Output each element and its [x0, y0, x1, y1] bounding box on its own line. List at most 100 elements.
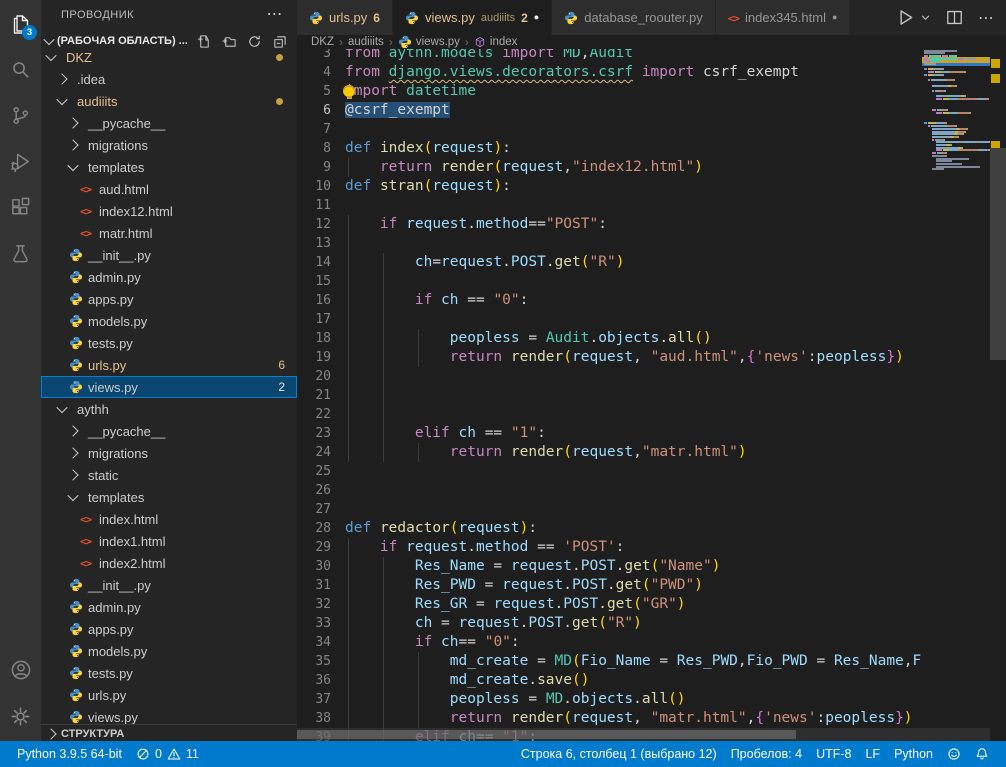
lightbulb-icon[interactable] — [343, 85, 355, 97]
code-line-19[interactable]: 19 return render(request, "aud.html",{'n… — [297, 348, 1006, 367]
code-line-26[interactable]: 26 — [297, 481, 1006, 500]
code-editor[interactable]: 3from aythh.models import MD,Audit4from … — [297, 49, 1006, 741]
editor-more-button[interactable]: ⋯ — [978, 8, 994, 28]
code-line-30[interactable]: 30 Res_Name = request.POST.get("Name") — [297, 557, 1006, 576]
code-content[interactable]: 3from aythh.models import MD,Audit4from … — [297, 49, 1006, 741]
new-folder-icon[interactable] — [222, 34, 237, 49]
activity-settings[interactable] — [0, 693, 41, 739]
horizontal-scrollbar[interactable] — [297, 728, 990, 741]
tree-item-aythh[interactable]: aythh — [41, 398, 297, 420]
dirty-indicator[interactable]: ● — [832, 13, 837, 22]
status-cursor-position[interactable]: Строка 6, столбец 1 (выбрано 12) — [514, 741, 724, 767]
outline-section-header[interactable]: СТРУКТУРА — [41, 724, 297, 741]
code-line-14[interactable]: 14 ch=request.POST.get("R") — [297, 253, 1006, 272]
tree-item-__init__.py[interactable]: __init__.py — [41, 244, 297, 266]
tree-item-index2.html[interactable]: <>index2.html — [41, 552, 297, 574]
activity-search[interactable] — [0, 46, 41, 92]
tree-item-admin.py[interactable]: admin.py — [41, 266, 297, 288]
tab-index345.html[interactable]: <>index345.html● — [716, 0, 851, 35]
overview-ruler[interactable] — [990, 49, 1006, 741]
tree-item-templates[interactable]: templates — [41, 486, 297, 508]
tree-item-urls.py[interactable]: urls.py — [41, 684, 297, 706]
activity-explorer[interactable]: 3 — [0, 0, 41, 46]
tree-item-index.html[interactable]: <>index.html — [41, 508, 297, 530]
code-line-24[interactable]: 24 return render(request,"matr.html") — [297, 443, 1006, 462]
tree-item-__init__.py[interactable]: __init__.py — [41, 574, 297, 596]
code-line-17[interactable]: 17 — [297, 310, 1006, 329]
breadcrumb-audiiits[interactable]: audiiits — [348, 36, 384, 48]
code-line-3[interactable]: 3from aythh.models import MD,Audit — [297, 49, 1006, 63]
code-line-13[interactable]: 13 — [297, 234, 1006, 253]
activity-extensions[interactable] — [0, 184, 41, 230]
code-line-35[interactable]: 35 md_create = MD(Fio_Name = Res_PWD,Fio… — [297, 652, 1006, 671]
breadcrumb-index[interactable]: index — [474, 36, 518, 48]
code-line-12[interactable]: 12 if request.method=="POST": — [297, 215, 1006, 234]
activity-run-debug[interactable] — [0, 138, 41, 184]
breadcrumb-DKZ[interactable]: DKZ — [311, 36, 334, 48]
tree-item-apps.py[interactable]: apps.py — [41, 618, 297, 640]
tree-item-__pycache__[interactable]: __pycache__ — [41, 420, 297, 442]
tree-item-urls.py[interactable]: urls.py6 — [41, 354, 297, 376]
tree-item-matr.html[interactable]: <>matr.html — [41, 222, 297, 244]
code-line-23[interactable]: 23 elif ch == "1": — [297, 424, 1006, 443]
tab-database_roouter.py[interactable]: database_roouter.py — [552, 0, 716, 35]
code-line-37[interactable]: 37 peopless = MD.objects.all() — [297, 690, 1006, 709]
status-eol[interactable]: LF — [858, 741, 887, 767]
breadcrumb-views.py[interactable]: views.py — [398, 35, 460, 49]
tab-views.py[interactable]: views.pyaudiiits2● — [393, 0, 552, 35]
code-line-5[interactable]: 5import datetime — [297, 82, 1006, 101]
status-indentation[interactable]: Пробелов: 4 — [724, 741, 809, 767]
split-editor-button[interactable] — [945, 8, 964, 27]
status-problems[interactable]: 011 — [129, 741, 206, 767]
activity-account[interactable] — [0, 647, 41, 693]
tree-item-migrations[interactable]: migrations — [41, 442, 297, 464]
code-line-29[interactable]: 29 if request.method == 'POST': — [297, 538, 1006, 557]
tree-item-models.py[interactable]: models.py — [41, 640, 297, 662]
code-line-16[interactable]: 16 if ch == "0": — [297, 291, 1006, 310]
tree-item-apps.py[interactable]: apps.py — [41, 288, 297, 310]
tree-item-templates[interactable]: templates — [41, 156, 297, 178]
code-line-9[interactable]: 9 return render(request,"index12.html") — [297, 158, 1006, 177]
code-line-38[interactable]: 38 return render(request, "matr.html",{'… — [297, 709, 1006, 728]
code-line-11[interactable]: 11 — [297, 196, 1006, 215]
tree-item-tests.py[interactable]: tests.py — [41, 332, 297, 354]
tree-item-migrations[interactable]: migrations — [41, 134, 297, 156]
code-line-4[interactable]: 4from django.views.decorators.csrf impor… — [297, 63, 1006, 82]
tree-item-tests.py[interactable]: tests.py — [41, 662, 297, 684]
code-line-7[interactable]: 7 — [297, 120, 1006, 139]
code-line-15[interactable]: 15 — [297, 272, 1006, 291]
code-line-31[interactable]: 31 Res_PWD = request.POST.get("PWD") — [297, 576, 1006, 595]
code-line-28[interactable]: 28def redactor(request): — [297, 519, 1006, 538]
code-line-22[interactable]: 22 — [297, 405, 1006, 424]
tree-item-models.py[interactable]: models.py — [41, 310, 297, 332]
tree-item-aud.html[interactable]: <>aud.html — [41, 178, 297, 200]
status-feedback[interactable] — [940, 741, 968, 767]
code-line-33[interactable]: 33 ch = request.POST.get("R") — [297, 614, 1006, 633]
code-line-36[interactable]: 36 md_create.save() — [297, 671, 1006, 690]
code-line-21[interactable]: 21 — [297, 386, 1006, 405]
tree-item-__pycache__[interactable]: __pycache__ — [41, 112, 297, 134]
status-python-version[interactable]: Python 3.9.5 64-bit — [10, 741, 129, 767]
tree-item-index12.html[interactable]: <>index12.html — [41, 200, 297, 222]
code-line-20[interactable]: 20 — [297, 367, 1006, 386]
refresh-icon[interactable] — [247, 34, 262, 49]
tree-item-index1.html[interactable]: <>index1.html — [41, 530, 297, 552]
collapse-all-icon[interactable] — [272, 34, 287, 49]
code-line-6[interactable]: 6@csrf_exempt — [297, 101, 1006, 120]
sidebar-more-icon[interactable]: ⋯ — [267, 0, 284, 30]
activity-testing[interactable] — [0, 230, 41, 276]
tree-item-static[interactable]: static — [41, 464, 297, 486]
vertical-scrollbar-slider[interactable] — [990, 148, 1006, 360]
dirty-indicator[interactable]: ● — [534, 13, 539, 22]
tab-urls.py[interactable]: urls.py6 — [297, 0, 393, 35]
code-line-10[interactable]: 10def stran(request): — [297, 177, 1006, 196]
tree-item-.idea[interactable]: .idea — [41, 68, 297, 90]
code-line-8[interactable]: 8def index(request): — [297, 139, 1006, 158]
activity-source-control[interactable] — [0, 92, 41, 138]
code-line-34[interactable]: 34 if ch== "0": — [297, 633, 1006, 652]
run-button[interactable] — [895, 7, 916, 28]
workspace-section-header[interactable]: (РАБОЧАЯ ОБЛАСТЬ) ... — [41, 30, 297, 52]
status-notifications[interactable] — [968, 741, 996, 767]
horizontal-scrollbar-slider[interactable] — [297, 730, 796, 739]
code-line-18[interactable]: 18 peopless = Audit.objects.all() — [297, 329, 1006, 348]
